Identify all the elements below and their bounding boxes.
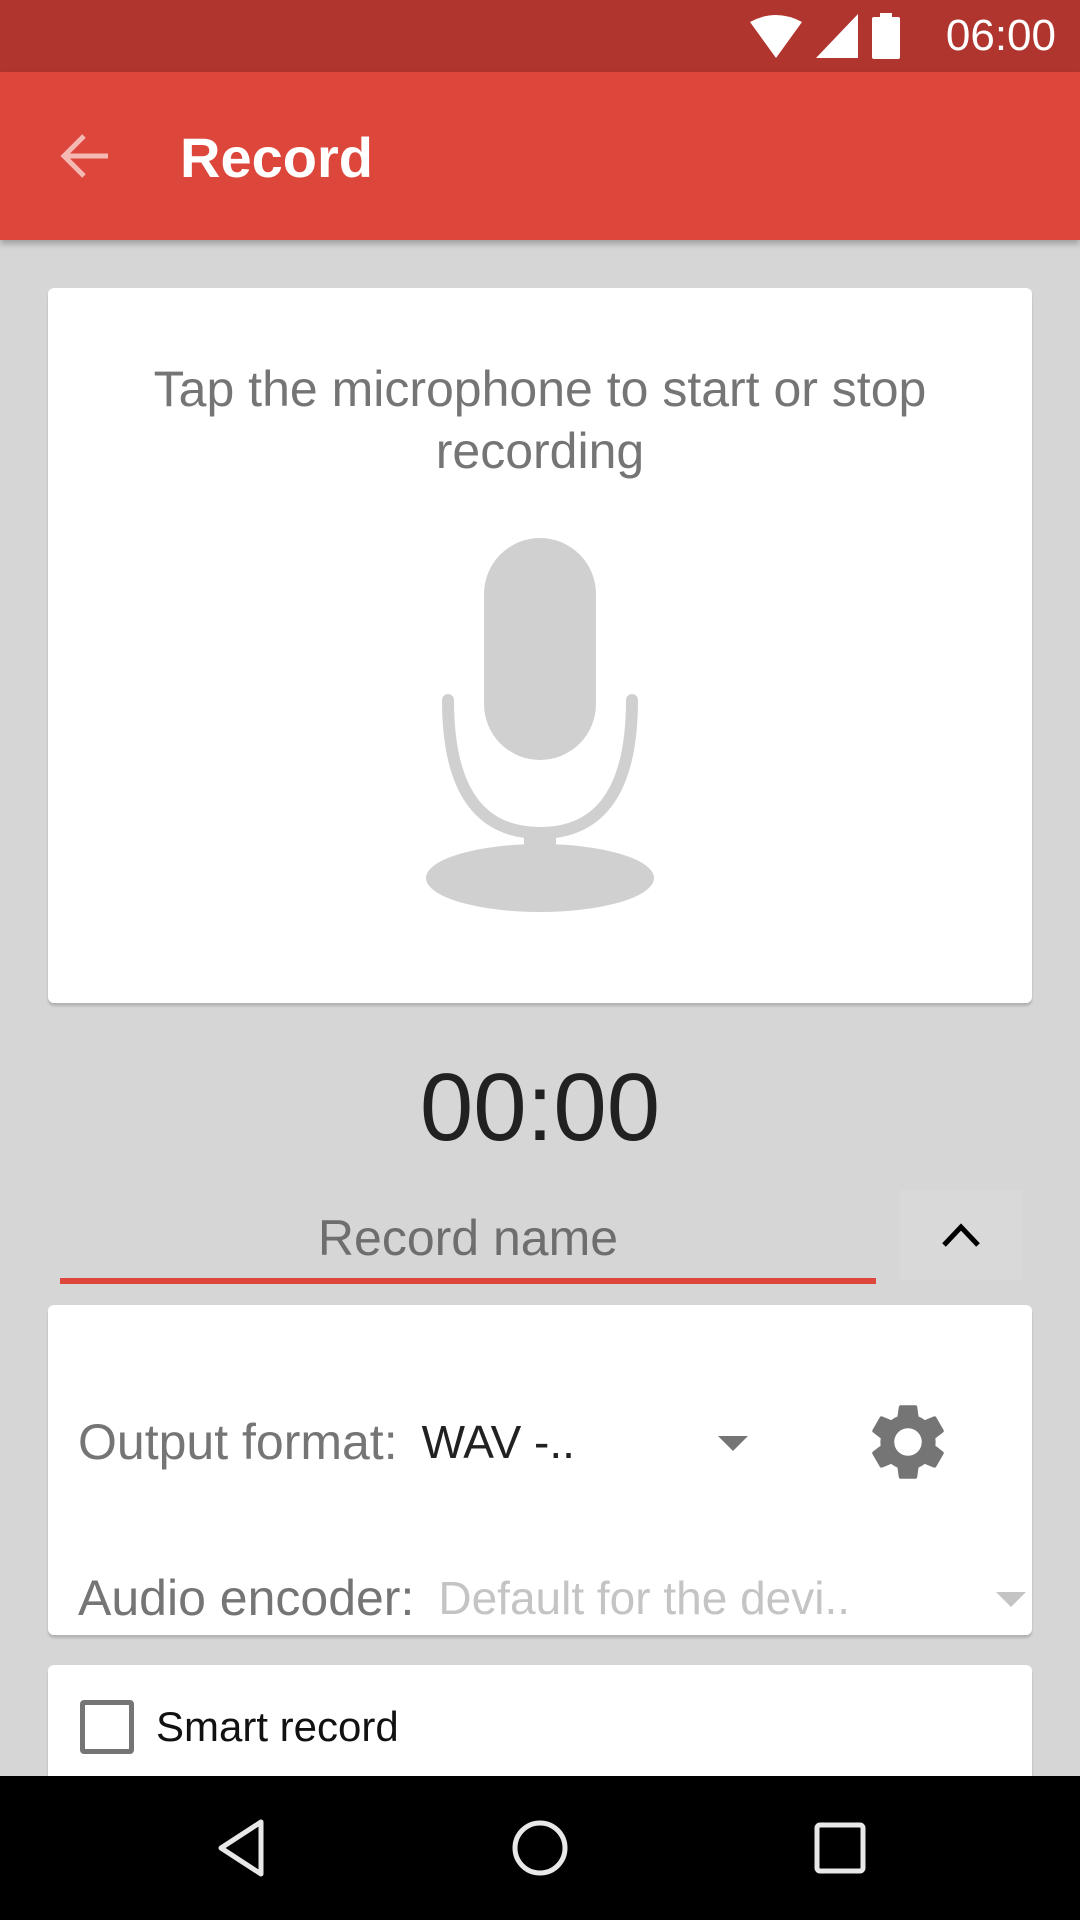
microphone-button[interactable] bbox=[420, 538, 660, 918]
smart-record-option[interactable]: Smart record bbox=[80, 1697, 399, 1757]
audio-encoder-label: Audio encoder: bbox=[78, 1570, 415, 1626]
nav-home-icon bbox=[512, 1820, 568, 1876]
page-title: Record bbox=[180, 126, 373, 189]
status-icons bbox=[748, 13, 900, 59]
nav-recents-icon bbox=[814, 1822, 866, 1874]
record-name-underline bbox=[60, 1278, 876, 1284]
output-format-row: Output format: WAV -.. bbox=[78, 1402, 1002, 1482]
settings-card: Output format: WAV -.. Audio encoder: De… bbox=[48, 1305, 1032, 1635]
nav-back-icon bbox=[218, 1819, 264, 1877]
audio-encoder-row: Audio encoder: Default for the devi.. bbox=[78, 1558, 1026, 1638]
app-bar: Record bbox=[0, 72, 1080, 240]
status-bar: 06:00 bbox=[0, 0, 1080, 72]
format-settings-button[interactable] bbox=[858, 1392, 958, 1492]
record-name-field[interactable] bbox=[60, 1200, 876, 1284]
record-timer: 00:00 bbox=[419, 1054, 661, 1161]
back-button[interactable] bbox=[48, 120, 120, 192]
audio-encoder-select[interactable]: Default for the devi.. bbox=[438, 1571, 878, 1625]
microphone-icon bbox=[426, 538, 654, 912]
output-format-dropdown-icon[interactable] bbox=[718, 1436, 748, 1451]
nav-home-button[interactable] bbox=[490, 1798, 590, 1898]
output-format-label: Output format: bbox=[78, 1414, 398, 1470]
chevron-up-icon bbox=[942, 1223, 980, 1247]
recorder-card: Tap the microphone to start or stop reco… bbox=[48, 288, 1032, 1003]
output-format-select[interactable]: WAV -.. bbox=[422, 1415, 622, 1469]
cell-signal-icon bbox=[816, 14, 858, 58]
record-hint: Tap the microphone to start or stop reco… bbox=[153, 361, 927, 479]
gear-icon bbox=[872, 1405, 944, 1479]
nav-recents-button[interactable] bbox=[790, 1798, 890, 1898]
navigation-bar bbox=[0, 1776, 1080, 1920]
arrow-back-icon bbox=[60, 134, 108, 178]
audio-encoder-dropdown-icon[interactable] bbox=[996, 1592, 1026, 1607]
wifi-icon bbox=[750, 15, 802, 58]
smart-record-checkbox[interactable] bbox=[80, 1700, 134, 1754]
record-name-input[interactable] bbox=[60, 1200, 876, 1276]
battery-icon bbox=[872, 13, 900, 59]
collapse-settings-button[interactable] bbox=[900, 1190, 1022, 1280]
smart-record-label: Smart record bbox=[156, 1703, 399, 1750]
status-time: 06:00 bbox=[945, 11, 1056, 60]
nav-back-button[interactable] bbox=[191, 1798, 291, 1898]
